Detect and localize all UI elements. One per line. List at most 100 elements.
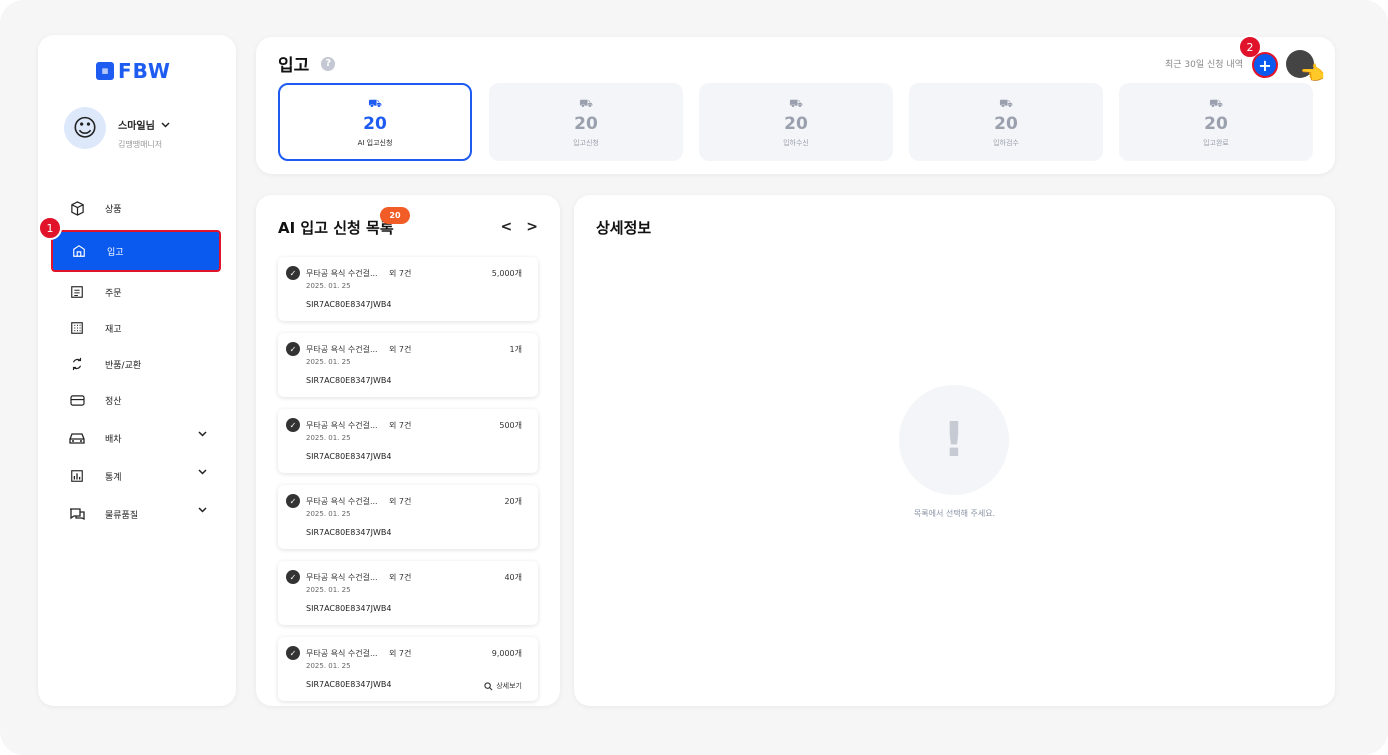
check-icon: ✓ (286, 342, 300, 356)
item-count: 외 7건 (389, 649, 412, 658)
list-item[interactable]: ✓ 무타공 욕식 수건걸... 외 7건 1개 2025. 01. 25 SIR… (278, 333, 538, 397)
detail-title: 상세정보 (596, 219, 652, 237)
box-icon: ⛟ (999, 96, 1013, 110)
box-icon: ⛟ (1209, 96, 1223, 110)
stat-label: AI 입고신청 (357, 138, 393, 147)
avatar[interactable]: ☺ (64, 107, 106, 149)
sidebar-item-stats[interactable]: 통계 (51, 458, 221, 494)
item-qty: 9,000개 (491, 649, 522, 658)
help-icon[interactable]: ? (321, 56, 336, 71)
chevron-down-icon (198, 469, 207, 475)
sidebar-item-label: 물류품질 (105, 510, 139, 521)
exchange-icon (69, 356, 85, 372)
stat-request[interactable]: ⛟ 20 입고신청 (489, 83, 683, 161)
empty-state-text: 목록에서 선택해 주세요. (913, 509, 996, 518)
stat-value: 20 (363, 113, 387, 134)
item-count: 외 7건 (389, 345, 412, 354)
item-name: 무타공 욕식 수건걸... (306, 497, 378, 506)
sidebar-item-returns[interactable]: 반품/교환 (51, 346, 221, 382)
check-icon: ✓ (286, 418, 300, 432)
sidebar-item-label: 반품/교환 (105, 360, 142, 371)
sidebar-nav: 상품 입고 주문 재고 반품/교환 정산 배차 통계 물류품질 (51, 190, 221, 532)
item-qty: 500개 (499, 421, 522, 430)
header-panel: 입고 ? 최근 30일 신청 내역 2 + 👈 ⛟ 20 AI 입고신청 ⛟ 2… (256, 35, 1335, 174)
chevron-down-icon (161, 121, 170, 128)
item-name: 무타공 욕식 수건걸... (306, 649, 378, 658)
pagination: < > (501, 219, 538, 235)
sidebar-item-inventory[interactable]: 재고 (51, 310, 221, 346)
list-item[interactable]: ✓ 무타공 욕식 수건걸... 외 7건 20개 2025. 01. 25 SI… (278, 485, 538, 549)
count-badge: 20 (380, 207, 410, 224)
item-code: SIR7AC80E8347JWB4 (306, 680, 392, 689)
item-code: SIR7AC80E8347JWB4 (306, 604, 392, 613)
check-icon: ✓ (286, 494, 300, 508)
step-marker-1: 1 (38, 216, 62, 240)
item-date: 2025. 01. 25 (306, 358, 351, 366)
next-button[interactable]: > (526, 219, 538, 235)
box-icon: ⛟ (579, 96, 593, 110)
item-count: 외 7건 (389, 421, 412, 430)
check-icon: ✓ (286, 570, 300, 584)
request-list-panel: AI 입고 신청 목록 20 < > ✓ 무타공 욕식 수건걸... 외 7건 … (256, 195, 560, 706)
user-menu[interactable]: 스마일님 (118, 117, 170, 132)
sidebar-item-dispatch[interactable]: 배차 (51, 420, 221, 456)
box-icon: ⛟ (368, 96, 382, 110)
grid-icon (69, 320, 85, 336)
stat-value: 20 (574, 113, 598, 134)
check-icon: ✓ (286, 646, 300, 660)
stat-received[interactable]: ⛟ 20 입하수신 (699, 83, 893, 161)
item-name: 무타공 욕식 수건걸... (306, 421, 378, 430)
item-date: 2025. 01. 25 (306, 586, 351, 594)
add-button[interactable]: + (1252, 52, 1278, 78)
stat-complete[interactable]: ⛟ 20 입고완료 (1119, 83, 1313, 161)
item-qty: 20개 (504, 497, 522, 506)
item-qty: 1개 (509, 345, 522, 354)
sidebar-item-label: 주문 (105, 288, 122, 299)
prev-button[interactable]: < (501, 219, 513, 235)
list-item[interactable]: ✓ 무타공 욕식 수건걸... 외 7건 5,000개 2025. 01. 25… (278, 257, 538, 321)
sidebar-item-settlement[interactable]: 정산 (51, 382, 221, 418)
view-detail-label: 상세보기 (496, 682, 522, 690)
stat-inspection[interactable]: ⛟ 20 입하검수 (909, 83, 1103, 161)
sidebar-item-orders[interactable]: 주문 (51, 274, 221, 310)
page-title-text: 입고 (278, 56, 310, 76)
list-item[interactable]: ✓ 무타공 욕식 수건걸... 외 7건 9,000개 2025. 01. 25… (278, 637, 538, 701)
view-detail-button[interactable]: 상세보기 (484, 681, 522, 691)
list-item[interactable]: ✓ 무타공 욕식 수건걸... 외 7건 40개 2025. 01. 25 SI… (278, 561, 538, 625)
sidebar-item-quality[interactable]: 물류품질 (51, 496, 221, 532)
sidebar-item-label: 배차 (105, 434, 122, 445)
item-code: SIR7AC80E8347JWB4 (306, 376, 392, 385)
item-qty: 5,000개 (491, 269, 522, 278)
item-code: SIR7AC80E8347JWB4 (306, 452, 392, 461)
item-name: 무타공 욕식 수건걸... (306, 345, 378, 354)
list-title: AI 입고 신청 목록 (278, 219, 394, 237)
logo-icon: ▦ (96, 62, 114, 80)
sidebar-item-label: 입고 (107, 247, 124, 258)
chat-icon (69, 506, 85, 522)
chevron-down-icon (198, 431, 207, 437)
stat-value: 20 (1204, 113, 1228, 134)
warehouse-icon (71, 243, 87, 259)
sidebar-item-inbound[interactable]: 입고 (51, 230, 221, 272)
chevron-down-icon (198, 507, 207, 513)
user-role: 김땡땡매니저 (118, 140, 163, 149)
search-icon (484, 681, 493, 690)
recent-requests-link[interactable]: 최근 30일 신청 내역 (1165, 57, 1243, 70)
item-qty: 40개 (504, 573, 522, 582)
list-item[interactable]: ✓ 무타공 욕식 수건걸... 외 7건 500개 2025. 01. 25 S… (278, 409, 538, 473)
item-date: 2025. 01. 25 (306, 510, 351, 518)
sidebar-item-products[interactable]: 상품 (51, 190, 221, 226)
sidebar: ▦ FBW ☺ 스마일님 김땡땡매니저 상품 입고 주문 재고 반품/교환 정산… (38, 35, 236, 706)
stat-label: 입하검수 (993, 138, 1019, 147)
sidebar-item-label: 정산 (105, 396, 122, 407)
detail-panel: 상세정보 ! 목록에서 선택해 주세요. (574, 195, 1335, 706)
item-date: 2025. 01. 25 (306, 434, 351, 442)
stat-label: 입하수신 (783, 138, 809, 147)
item-count: 외 7건 (389, 497, 412, 506)
app-frame: ▦ FBW ☺ 스마일님 김땡땡매니저 상품 입고 주문 재고 반품/교환 정산… (0, 0, 1388, 755)
stat-ai-request[interactable]: ⛟ 20 AI 입고신청 (278, 83, 472, 161)
logo[interactable]: ▦ FBW (96, 59, 171, 83)
chart-icon (69, 468, 85, 484)
item-name: 무타공 욕식 수건걸... (306, 573, 378, 582)
item-code: SIR7AC80E8347JWB4 (306, 528, 392, 537)
